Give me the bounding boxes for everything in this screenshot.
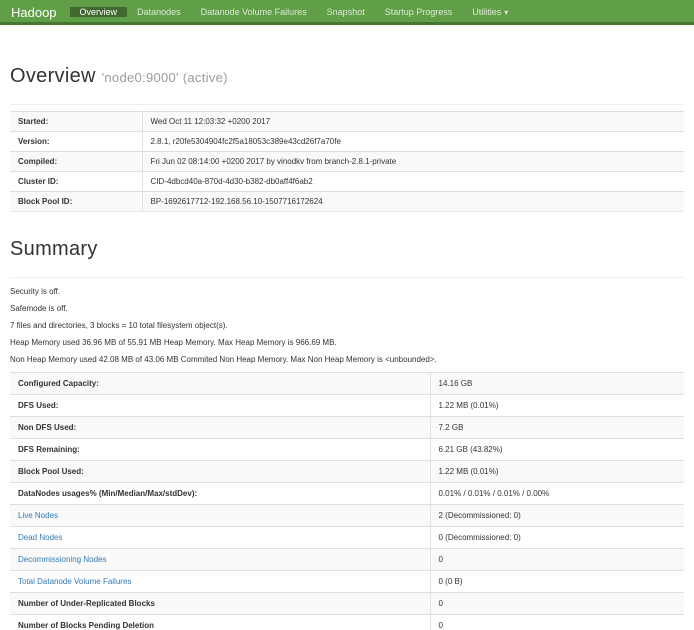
row-value: 0 <box>430 549 684 571</box>
row-value: 6.21 GB (43.82%) <box>430 439 684 461</box>
row-value: 1.22 MB (0.01%) <box>430 461 684 483</box>
table-row: Version:2.8.1, r20fe5304904fc2f5a18053c3… <box>10 132 684 152</box>
row-value: 0 (Decommissioned: 0) <box>430 527 684 549</box>
page-title: Overview 'node0:9000' (active) <box>10 65 684 88</box>
table-row: Number of Under-Replicated Blocks0 <box>10 593 684 615</box>
namenode-address-label: 'node0:9000' (active) <box>102 70 228 85</box>
summary-status-line: Heap Memory used 36.96 MB of 55.91 MB He… <box>10 338 684 347</box>
row-label: Cluster ID: <box>10 172 142 192</box>
row-value: Wed Oct 11 12:03:32 +0200 2017 <box>142 112 684 132</box>
row-value: 0 (0 B) <box>430 571 684 593</box>
row-label: DFS Remaining: <box>10 439 430 461</box>
row-value: 7.2 GB <box>430 417 684 439</box>
table-row: DFS Used:1.22 MB (0.01%) <box>10 395 684 417</box>
table-row: Total Datanode Volume Failures 0 (0 B) <box>10 571 684 593</box>
nav-item-snapshot[interactable]: Snapshot <box>317 7 375 17</box>
row-value: 2 (Decommissioned: 0) <box>430 505 684 527</box>
row-label: Live Nodes <box>10 505 430 527</box>
table-row: Block Pool ID:BP-1692617712-192.168.56.1… <box>10 192 684 212</box>
summary-status-line: 7 files and directories, 3 blocks = 10 t… <box>10 321 684 330</box>
row-value: 0 <box>430 593 684 615</box>
row-label: Non DFS Used: <box>10 417 430 439</box>
row-label: DFS Used: <box>10 395 430 417</box>
page-content: Overview 'node0:9000' (active) Started:W… <box>0 65 694 630</box>
row-label: Started: <box>10 112 142 132</box>
table-row: Number of Blocks Pending Deletion0 <box>10 615 684 630</box>
row-value: BP-1692617712-192.168.56.10-150771617262… <box>142 192 684 212</box>
summary-status-line: Security is off. <box>10 287 684 296</box>
row-value: 14.16 GB <box>430 373 684 395</box>
row-label: Number of Under-Replicated Blocks <box>10 593 430 615</box>
summary-status-lines: Security is off. Safemode is off. 7 files … <box>10 287 684 364</box>
table-row: Started:Wed Oct 11 12:03:32 +0200 2017 <box>10 112 684 132</box>
summary-status-line: Safemode is off. <box>10 304 684 313</box>
table-row: DataNodes usages% (Min/Median/Max/stdDev… <box>10 483 684 505</box>
nav-item-overview[interactable]: Overview <box>70 7 128 17</box>
cluster-summary-table: Configured Capacity:14.16 GBDFS Used:1.2… <box>10 372 684 630</box>
row-label: Number of Blocks Pending Deletion <box>10 615 430 630</box>
nav-item-datanodes[interactable]: Datanodes <box>127 7 191 17</box>
row-label: Compiled: <box>10 152 142 172</box>
decommissioning-nodes-link[interactable]: Decommissioning Nodes <box>18 555 106 564</box>
summary-title: Summary <box>10 238 684 261</box>
table-row: Non DFS Used:7.2 GB <box>10 417 684 439</box>
row-value: 0.01% / 0.01% / 0.01% / 0.00% <box>430 483 684 505</box>
hadoop-brand-link[interactable]: Hadoop <box>0 0 70 22</box>
row-label: Block Pool ID: <box>10 192 142 212</box>
divider <box>10 104 684 105</box>
table-row: Decommissioning Nodes 0 <box>10 549 684 571</box>
table-row: Block Pool Used:1.22 MB (0.01%) <box>10 461 684 483</box>
overview-title: Overview <box>10 65 96 87</box>
row-label: Block Pool Used: <box>10 461 430 483</box>
nav-item-datanode-volume-failures[interactable]: Datanode Volume Failures <box>191 7 317 17</box>
top-navbar: Hadoop OverviewDatanodesDatanode Volume … <box>0 0 694 25</box>
row-value: 0 <box>430 615 684 630</box>
row-value: CID-4dbcd40a-870d-4d30-b382-db0aff4f6ab2 <box>142 172 684 192</box>
row-label: DataNodes usages% (Min/Median/Max/stdDev… <box>10 483 430 505</box>
namenode-info-table: Started:Wed Oct 11 12:03:32 +0200 2017Ve… <box>10 111 684 212</box>
navbar-items: OverviewDatanodesDatanode Volume Failure… <box>70 0 519 22</box>
table-row: Cluster ID:CID-4dbcd40a-870d-4d30-b382-d… <box>10 172 684 192</box>
row-label: Dead Nodes <box>10 527 430 549</box>
live-nodes-link[interactable]: Live Nodes <box>18 511 58 520</box>
table-row: Live Nodes 2 (Decommissioned: 0) <box>10 505 684 527</box>
divider <box>10 277 684 278</box>
row-label: Total Datanode Volume Failures <box>10 571 430 593</box>
row-label: Version: <box>10 132 142 152</box>
table-row: Compiled:Fri Jun 02 08:14:00 +0200 2017 … <box>10 152 684 172</box>
row-label: Configured Capacity: <box>10 373 430 395</box>
table-row: Dead Nodes 0 (Decommissioned: 0) <box>10 527 684 549</box>
row-value: Fri Jun 02 08:14:00 +0200 2017 by vinodk… <box>142 152 684 172</box>
dead-nodes-link[interactable]: Dead Nodes <box>18 533 62 542</box>
summary-status-line: Non Heap Memory used 42.08 MB of 43.06 M… <box>10 355 684 364</box>
row-value: 1.22 MB (0.01%) <box>430 395 684 417</box>
total-datanode-volume-failures-link[interactable]: Total Datanode Volume Failures <box>18 577 131 586</box>
row-label: Decommissioning Nodes <box>10 549 430 571</box>
table-row: Configured Capacity:14.16 GB <box>10 373 684 395</box>
nav-item-startup-progress[interactable]: Startup Progress <box>375 7 463 17</box>
nav-item-utilities[interactable]: Utilities▾ <box>462 7 518 17</box>
row-value: 2.8.1, r20fe5304904fc2f5a18053c389e43cd2… <box>142 132 684 152</box>
caret-down-icon: ▾ <box>504 8 508 17</box>
table-row: DFS Remaining:6.21 GB (43.82%) <box>10 439 684 461</box>
